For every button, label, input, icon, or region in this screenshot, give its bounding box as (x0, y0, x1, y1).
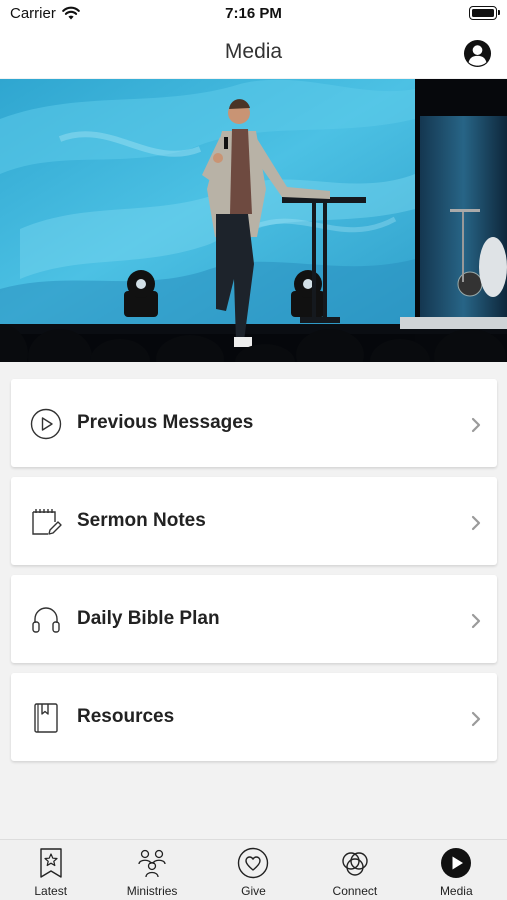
chevron-right-icon (471, 417, 481, 433)
tab-label: Give (241, 884, 266, 898)
tab-media[interactable]: Media (406, 840, 507, 900)
menu-item-label: Sermon Notes (77, 510, 206, 531)
battery-icon (469, 6, 500, 20)
menu-item-daily-bible-plan[interactable]: Daily Bible Plan (11, 575, 497, 663)
media-menu: Previous Messages Sermon Notes Daily Bib… (11, 379, 497, 771)
menu-item-resources[interactable]: Resources (11, 673, 497, 761)
heart-circle-icon (238, 847, 269, 879)
play-filled-icon (441, 848, 472, 878)
menu-item-label: Resources (77, 706, 175, 727)
tab-label: Latest (34, 884, 68, 898)
tab-label: Ministries (126, 884, 178, 898)
menu-item-label: Previous Messages (77, 412, 254, 433)
hero-image (0, 79, 507, 362)
menu-item-sermon-notes[interactable]: Sermon Notes (11, 477, 497, 565)
tab-latest[interactable]: Latest (0, 840, 101, 900)
stage-photo (0, 79, 507, 362)
people-group-icon (138, 849, 166, 878)
profile-icon[interactable] (463, 39, 492, 68)
chevron-right-icon (471, 711, 481, 727)
tab-label: Connect (332, 884, 378, 898)
tab-ministries[interactable]: Ministries (101, 840, 202, 900)
bookmark-star-icon (39, 848, 62, 878)
tab-label: Media (439, 884, 473, 898)
clock-time: 7:16 PM (225, 5, 282, 22)
menu-item-label: Daily Bible Plan (77, 608, 220, 629)
page-title: Media (224, 40, 283, 63)
tab-connect[interactable]: Connect (304, 840, 405, 900)
tab-give[interactable]: Give (203, 840, 304, 900)
menu-item-previous-messages[interactable]: Previous Messages (11, 379, 497, 467)
bookmark-book-icon (34, 703, 58, 733)
play-circle-icon (30, 408, 62, 440)
navigation-bar: Media (0, 30, 507, 78)
chevron-right-icon (471, 515, 481, 531)
chevron-right-icon (471, 613, 481, 629)
notepad-pencil-icon (32, 509, 62, 535)
tab-bar: Latest Ministries Give Connect Media (0, 839, 507, 900)
circles-icon (342, 852, 368, 876)
status-bar: Carrier 7:16 PM (0, 0, 507, 30)
headphones-icon (32, 607, 60, 633)
